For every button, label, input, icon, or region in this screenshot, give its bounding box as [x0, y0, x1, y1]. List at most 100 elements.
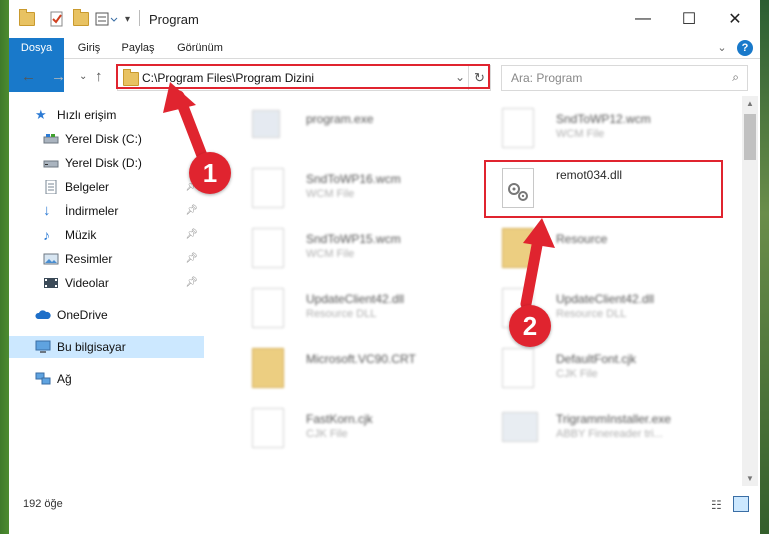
file-item[interactable]: SndToWP16.wcm WCM File: [234, 160, 464, 214]
vertical-scrollbar[interactable]: ▲ ▼: [742, 96, 758, 486]
sidebar-item-onedrive[interactable]: OneDrive: [9, 304, 204, 326]
sidebar-item-quick-access[interactable]: ★ Hızlı erişim: [9, 104, 204, 126]
file-item[interactable]: TrigrammInstaller.exe ABBY Finereader tr…: [484, 400, 714, 454]
close-button[interactable]: ✕: [712, 0, 758, 38]
sidebar-item-drive-c[interactable]: Yerel Disk (C:): [9, 128, 204, 150]
file-name: UpdateClient42.dll: [556, 292, 655, 306]
file-name: UpdateClient42.dll: [306, 292, 405, 306]
file-item[interactable]: program.exe: [234, 100, 464, 154]
address-highlight: [116, 64, 490, 89]
sidebar-item-label: Hızlı erişim: [57, 108, 117, 122]
search-input[interactable]: Ara: Program ⌕: [501, 65, 748, 91]
expand-ribbon-icon[interactable]: ⌄: [715, 38, 729, 58]
sidebar-item-label: Bu bilgisayar: [57, 340, 126, 354]
file-item[interactable]: SndToWP12.wcm WCM File: [484, 100, 714, 154]
maximize-button[interactable]: ☐: [666, 0, 712, 38]
file-name: FastKorn.cjk: [306, 412, 373, 426]
file-item[interactable]: SndToWP15.wcm WCM File: [234, 220, 464, 274]
sidebar-item-music[interactable]: ♪ Müzik 📌︎: [9, 224, 204, 246]
file-type: CJK File: [306, 428, 348, 440]
file-item[interactable]: Resource: [484, 220, 714, 274]
computer-icon: [35, 340, 51, 354]
step-badge-2: 2: [509, 305, 551, 347]
installer-icon: [502, 412, 538, 442]
sidebar-item-label: Ağ: [57, 372, 72, 386]
sidebar-item-pictures[interactable]: Resimler 📌︎: [9, 248, 204, 270]
pin-icon[interactable]: 📌︎: [185, 253, 198, 264]
up-arrow-icon[interactable]: ↑: [95, 68, 103, 85]
file-type: ABBY Finereader tri...: [556, 428, 663, 440]
back-arrow-icon[interactable]: ←: [21, 68, 36, 85]
forward-arrow-icon[interactable]: →: [51, 68, 66, 85]
sidebar-item-videos[interactable]: Videolar 📌︎: [9, 272, 204, 294]
pin-icon[interactable]: 📌︎: [185, 229, 198, 240]
large-icons-view-icon[interactable]: [733, 496, 749, 512]
sidebar-item-network[interactable]: Ağ: [9, 368, 204, 390]
search-icon[interactable]: ⌕: [732, 70, 739, 85]
sidebar-item-label: Videolar: [65, 276, 109, 290]
scroll-down-icon[interactable]: ▼: [746, 474, 754, 483]
file-type: Resource DLL: [306, 308, 377, 320]
help-icon[interactable]: ?: [737, 40, 753, 56]
file-icon: [252, 168, 284, 208]
minimize-button[interactable]: —: [620, 0, 666, 38]
sidebar-item-label: Belgeler: [65, 180, 110, 194]
tab-view[interactable]: Görünüm: [169, 38, 231, 58]
file-item[interactable]: DefaultFont.cjk CJK File: [484, 340, 714, 394]
download-icon: ↓: [43, 202, 51, 219]
item-count: 192 öğe: [23, 498, 63, 510]
file-icon: [252, 228, 284, 268]
tab-share[interactable]: Paylaş: [115, 38, 161, 58]
file-type: CJK File: [556, 368, 598, 380]
sidebar-item-downloads[interactable]: ↓ İndirmeler 📌︎: [9, 200, 204, 222]
details-view-icon[interactable]: ☷: [711, 498, 722, 512]
pin-icon[interactable]: 📌︎: [185, 277, 198, 288]
new-folder-icon[interactable]: [73, 9, 89, 28]
sidebar-item-label: OneDrive: [57, 308, 108, 322]
file-name: SndToWP15.wcm: [306, 232, 401, 246]
sidebar-item-label: Yerel Disk (C:): [65, 132, 142, 146]
file-item[interactable]: UpdateClient42.dll Resource DLL: [234, 280, 464, 334]
file-item[interactable]: FastKorn.cjk CJK File: [234, 400, 464, 454]
ribbon: Dosya Giriş Paylaş Görünüm ⌄ ?: [9, 38, 760, 92]
scroll-up-icon[interactable]: ▲: [746, 99, 754, 108]
window-title: Program: [149, 12, 199, 27]
sidebar-item-this-pc[interactable]: Bu bilgisayar: [9, 336, 204, 358]
file-icon: [502, 348, 534, 388]
navigation-pane: ★ Hızlı erişim Yerel Disk (C:) Yerel Dis…: [9, 98, 204, 483]
file-name: Microsoft.VC90.CRT: [306, 352, 416, 366]
scroll-thumb[interactable]: [744, 114, 756, 160]
file-item[interactable]: Microsoft.VC90.CRT: [234, 340, 464, 394]
file-type: Resource DLL: [556, 308, 627, 320]
title-separator: [139, 10, 140, 26]
dll-gear-icon: [252, 288, 284, 328]
network-icon: [35, 372, 51, 386]
customize-toolbar-icon[interactable]: ▾: [125, 10, 130, 28]
file-name: DefaultFont.cjk: [556, 352, 637, 366]
desktop-edge: [760, 0, 769, 534]
cloud-icon: [35, 308, 51, 322]
video-icon: [43, 276, 59, 290]
exe-icon: [252, 110, 280, 138]
pictures-icon: [43, 252, 59, 266]
music-icon: ♪: [43, 227, 50, 243]
file-icon: [252, 408, 284, 448]
sidebar-item-label: Resimler: [65, 252, 113, 266]
search-placeholder: Ara: Program: [511, 71, 583, 85]
properties-icon[interactable]: [49, 10, 65, 28]
sidebar-item-documents[interactable]: Belgeler 📌︎: [9, 176, 204, 198]
drive-icon: [43, 156, 59, 170]
tab-home[interactable]: Giriş: [69, 38, 109, 58]
recent-locations-icon[interactable]: ⌄: [79, 71, 87, 82]
sidebar-item-drive-d[interactable]: Yerel Disk (D:): [9, 152, 204, 174]
sidebar-item-label: Müzik: [65, 228, 97, 242]
file-name: SndToWP12.wcm: [556, 112, 651, 126]
step-badge-1: 1: [189, 152, 231, 194]
file-type: WCM File: [306, 248, 355, 260]
view-options-icon[interactable]: [95, 10, 123, 28]
pin-icon[interactable]: 📌︎: [185, 205, 198, 216]
file-name: SndToWP16.wcm: [306, 172, 401, 186]
explorer-window: ▾ Program — ☐ ✕ Dosya Giriş Paylaş Görün…: [9, 0, 760, 534]
sidebar-item-label: İndirmeler: [65, 204, 119, 218]
folder-icon: [252, 348, 284, 388]
